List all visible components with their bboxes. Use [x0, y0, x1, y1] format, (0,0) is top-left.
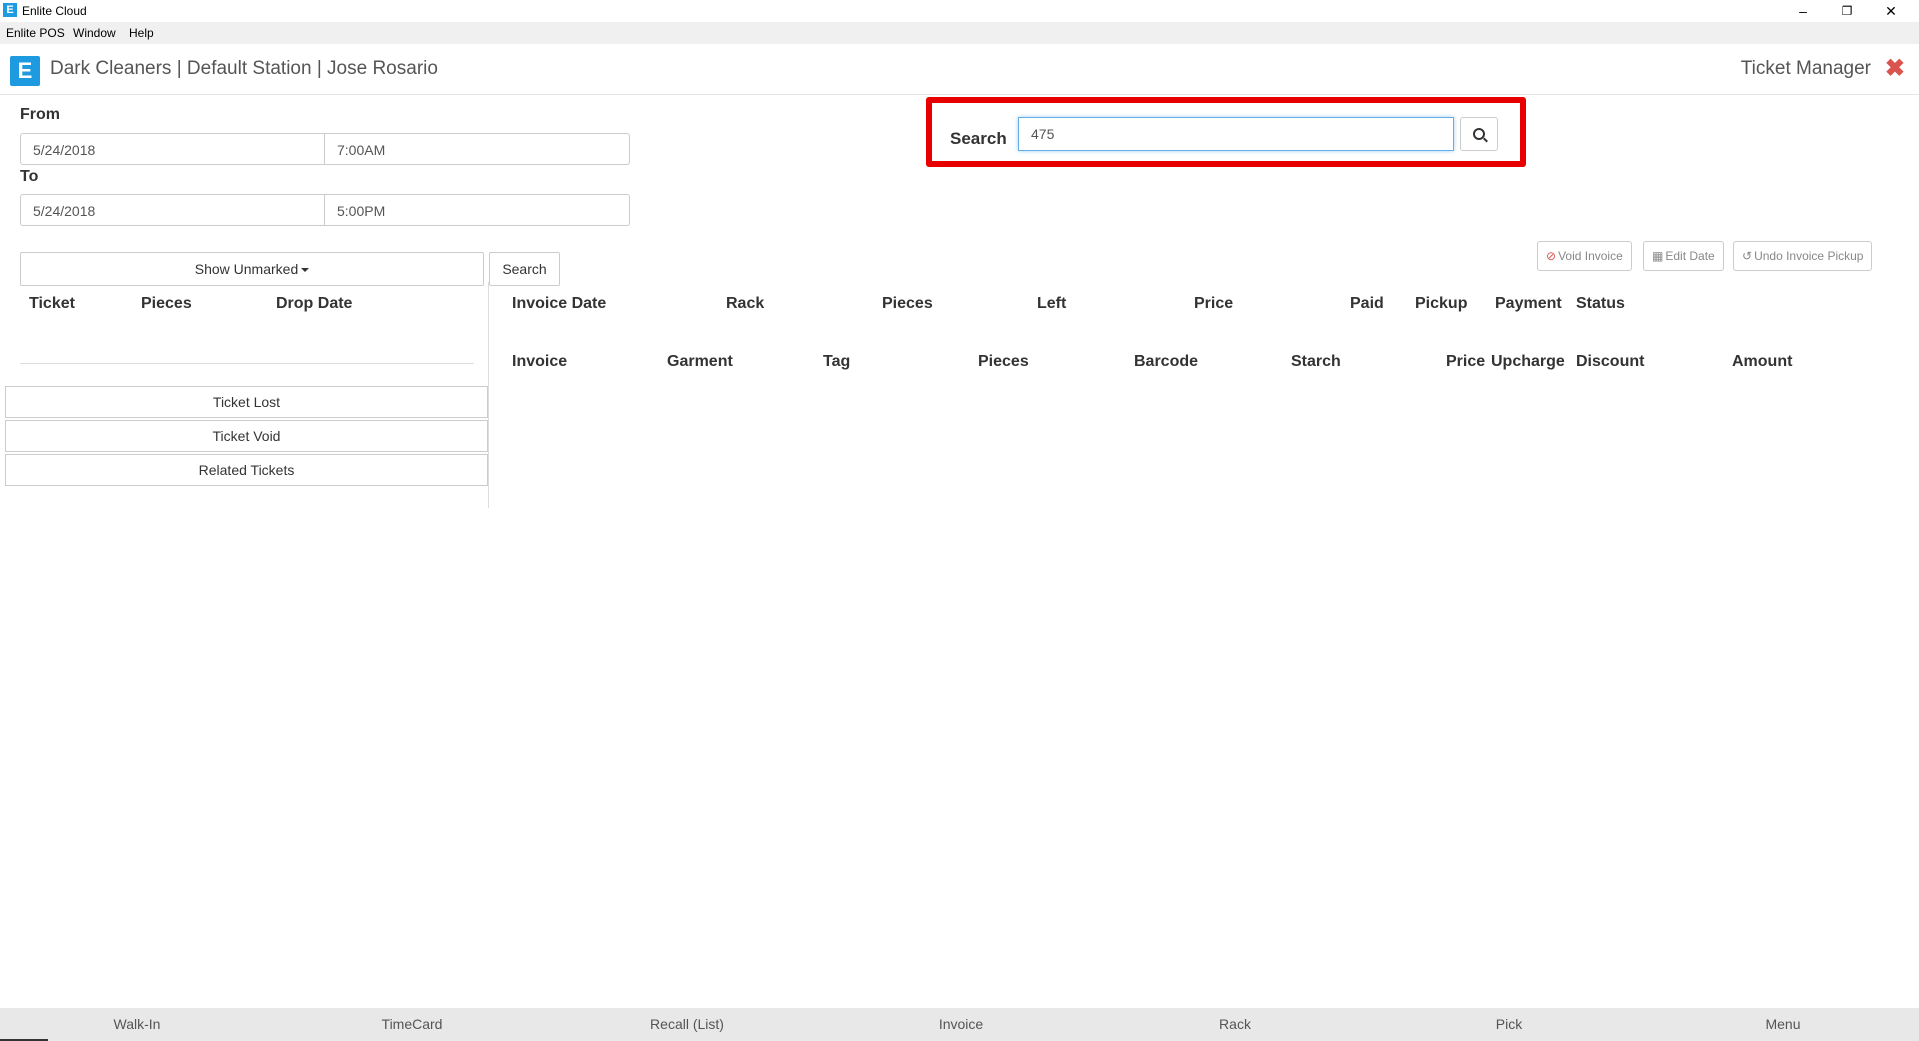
ban-icon: ⊘ — [1546, 249, 1557, 263]
nav-recall-list[interactable]: Recall (List) — [587, 1016, 787, 1032]
from-label: From — [20, 106, 60, 123]
col-barcode[interactable]: Barcode — [1134, 353, 1198, 371]
close-window-button[interactable]: ✕ — [1869, 0, 1913, 22]
app-icon: E — [3, 3, 17, 17]
col-price[interactable]: Price — [1194, 295, 1233, 313]
col-starch[interactable]: Starch — [1291, 353, 1341, 371]
undo-invoice-pickup-label: Undo Invoice Pickup — [1754, 249, 1864, 263]
search-button[interactable] — [1460, 117, 1498, 151]
search-label: Search — [950, 129, 1007, 148]
col-tag[interactable]: Tag — [823, 353, 850, 371]
void-invoice-label: Void Invoice — [1558, 249, 1623, 263]
nav-walk-in[interactable]: Walk-In — [37, 1016, 237, 1032]
nav-menu[interactable]: Menu — [1683, 1016, 1883, 1032]
related-tickets-button[interactable]: Related Tickets — [5, 454, 488, 486]
nav-pick[interactable]: Pick — [1409, 1016, 1609, 1032]
close-icon[interactable]: ✖ — [1885, 54, 1905, 83]
from-time-input[interactable]: 7:00AM — [325, 133, 630, 165]
show-unmarked-dropdown[interactable]: Show Unmarked — [20, 252, 484, 286]
restore-button[interactable]: ❐ — [1825, 0, 1869, 22]
nav-timecard[interactable]: TimeCard — [312, 1016, 512, 1032]
app-header: E Dark Cleaners | Default Station | Jose… — [0, 44, 1919, 95]
bottom-nav: Walk-In TimeCard Recall (List) Invoice R… — [0, 1008, 1919, 1041]
minimize-button[interactable]: – — [1781, 0, 1825, 22]
void-invoice-button[interactable]: ⊘ Void Invoice — [1537, 241, 1632, 271]
undo-invoice-pickup-button[interactable]: ↺ Undo Invoice Pickup — [1733, 241, 1873, 271]
calendar-icon: ▦ — [1652, 249, 1664, 263]
col-payment[interactable]: Payment — [1495, 295, 1562, 313]
col-discount[interactable]: Discount — [1576, 353, 1644, 371]
menu-help[interactable]: Help — [129, 26, 154, 40]
col-status[interactable]: Status — [1576, 295, 1625, 313]
enlite-logo: E — [10, 56, 40, 86]
search-panel: Search — [926, 97, 1526, 167]
from-date-input[interactable]: 5/24/2018 — [20, 133, 325, 165]
left-search-button[interactable]: Search — [489, 252, 560, 286]
nav-rack[interactable]: Rack — [1135, 1016, 1335, 1032]
panel-divider — [488, 282, 489, 508]
nav-invoice[interactable]: Invoice — [861, 1016, 1061, 1032]
store-station-user: Dark Cleaners | Default Station | Jose R… — [50, 58, 438, 79]
col-price-garment[interactable]: Price — [1446, 353, 1485, 371]
col-pieces-invoice[interactable]: Pieces — [882, 295, 933, 313]
to-time-input[interactable]: 5:00PM — [325, 194, 630, 226]
window-title: Enlite Cloud — [22, 4, 87, 18]
col-paid[interactable]: Paid — [1350, 295, 1384, 313]
col-rack[interactable]: Rack — [726, 295, 764, 313]
search-input[interactable] — [1018, 117, 1454, 151]
to-date-input[interactable]: 5/24/2018 — [20, 194, 325, 226]
col-ticket[interactable]: Ticket — [29, 295, 75, 313]
menu-bar: Enlite POS Window Help — [0, 22, 1919, 44]
menu-enlite-pos[interactable]: Enlite POS — [6, 26, 65, 40]
edit-date-label: Edit Date — [1665, 249, 1715, 263]
undo-icon: ↺ — [1742, 249, 1753, 263]
show-unmarked-label: Show Unmarked — [194, 261, 299, 277]
edit-date-button[interactable]: ▦ Edit Date — [1643, 241, 1724, 271]
divider — [20, 363, 474, 364]
to-label: To — [20, 168, 39, 185]
window-title-bar: E Enlite Cloud – ❐ ✕ — [0, 0, 1919, 22]
ticket-lost-button[interactable]: Ticket Lost — [5, 386, 488, 418]
col-drop-date[interactable]: Drop Date — [276, 295, 352, 313]
ticket-void-button[interactable]: Ticket Void — [5, 420, 488, 452]
col-garment[interactable]: Garment — [667, 353, 733, 371]
col-left[interactable]: Left — [1037, 295, 1066, 313]
col-pieces-garment[interactable]: Pieces — [978, 353, 1029, 371]
col-invoice[interactable]: Invoice — [512, 353, 567, 371]
page-title: Ticket Manager — [1740, 58, 1871, 79]
caret-down-icon — [301, 268, 310, 273]
menu-window[interactable]: Window — [73, 26, 116, 40]
col-upcharge[interactable]: Upcharge — [1491, 353, 1565, 371]
col-pickup[interactable]: Pickup — [1415, 295, 1467, 313]
col-amount[interactable]: Amount — [1732, 353, 1792, 371]
col-pieces[interactable]: Pieces — [141, 295, 192, 313]
col-invoice-date[interactable]: Invoice Date — [512, 295, 606, 313]
search-icon — [1473, 128, 1485, 140]
